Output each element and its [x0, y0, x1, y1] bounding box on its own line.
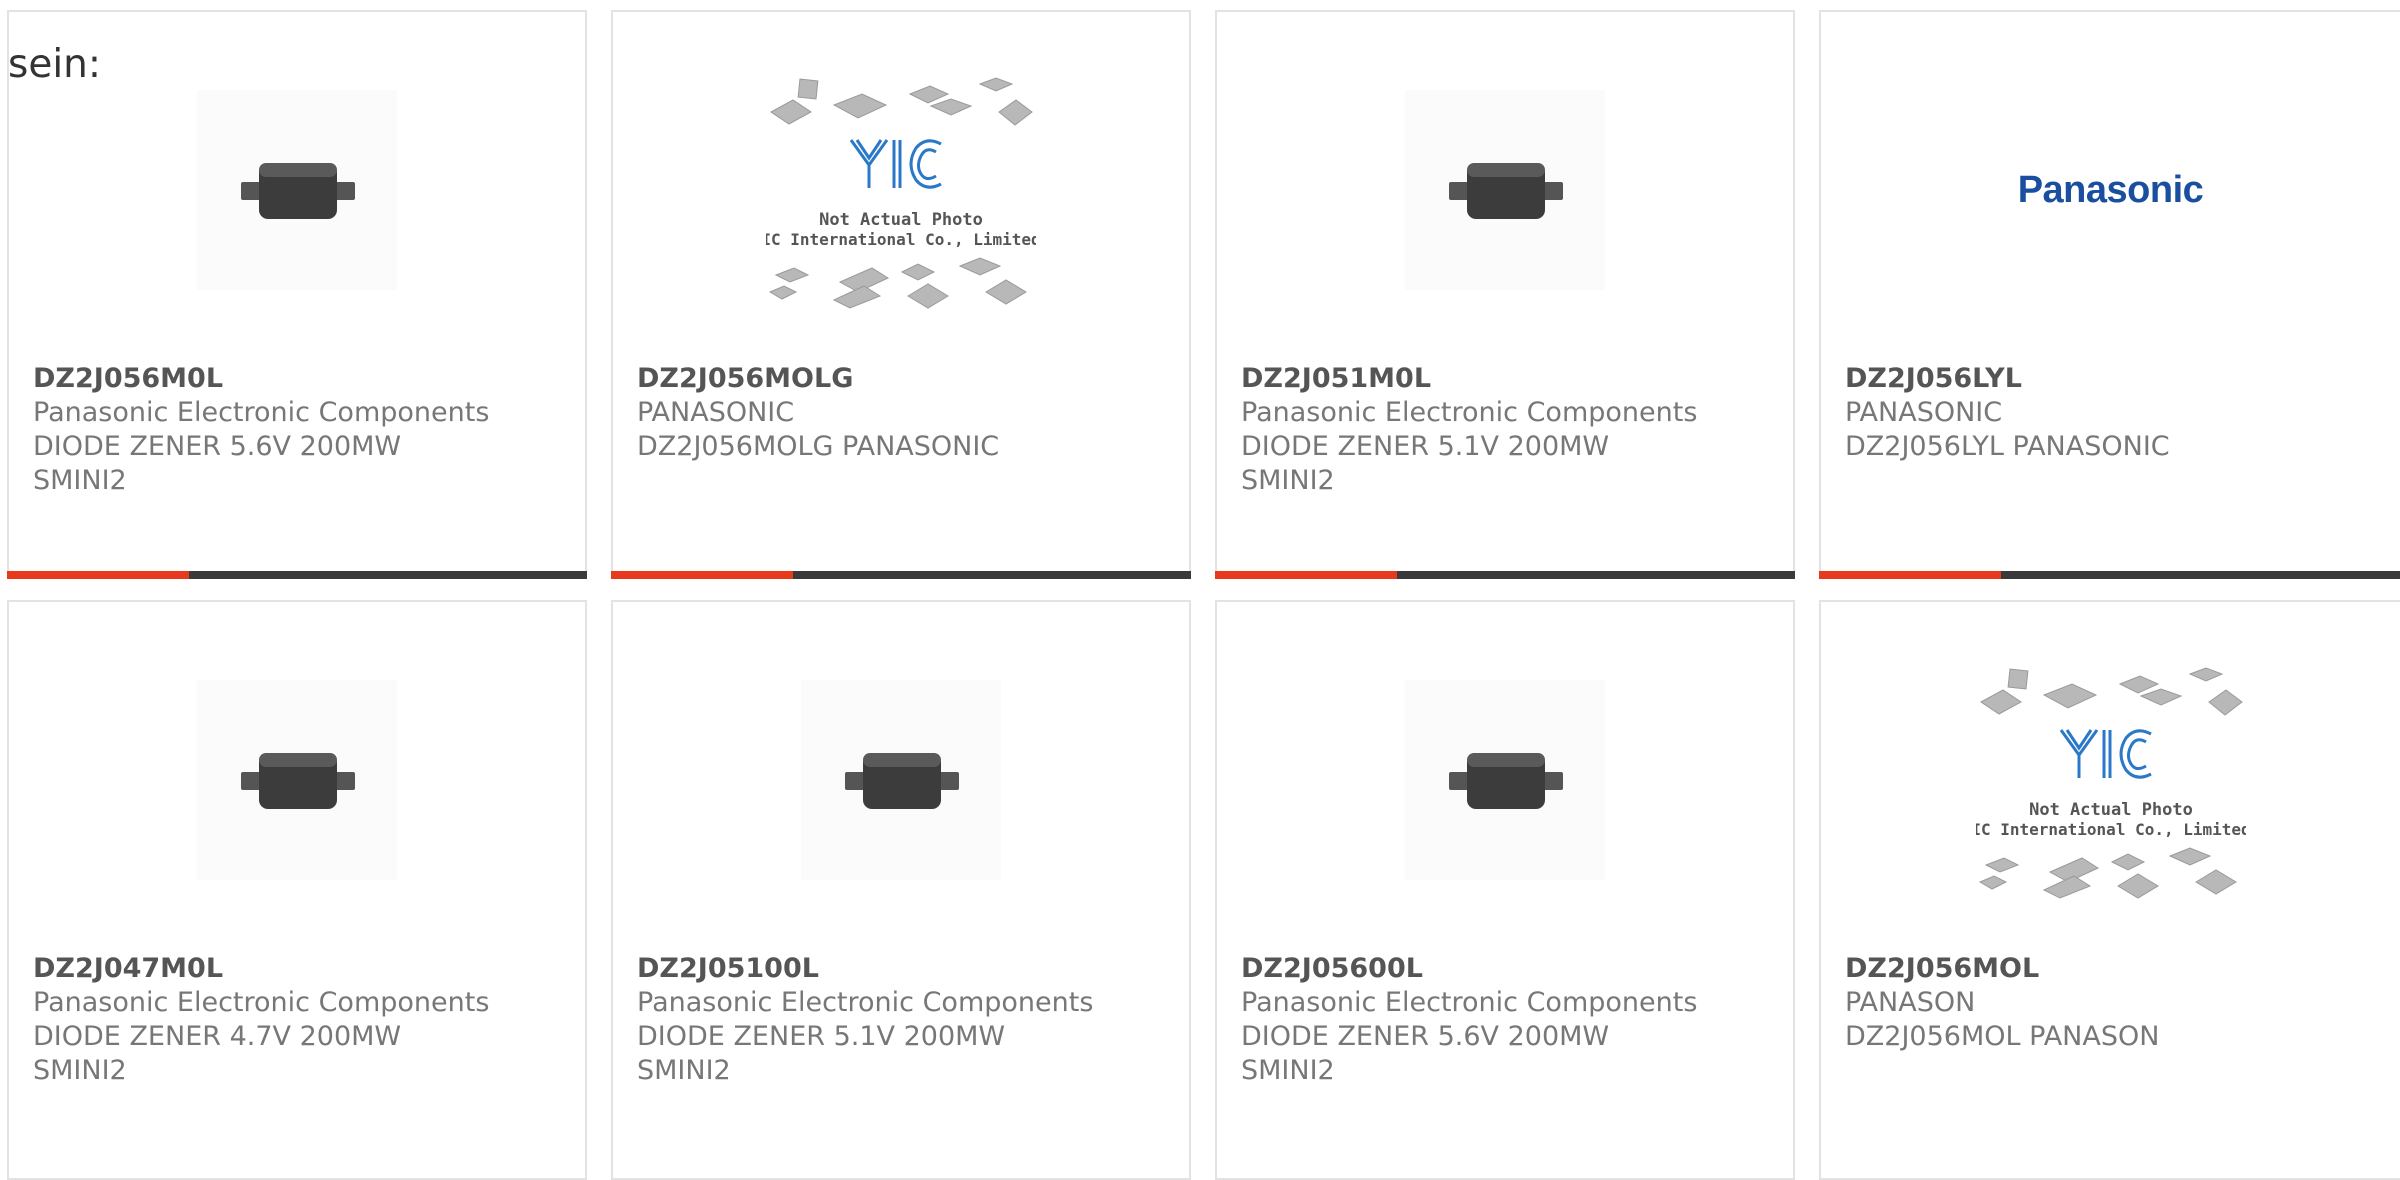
description: DIODE ZENER 5.1V 200MW	[637, 1021, 1006, 1052]
product-image[interactable]	[9, 660, 585, 900]
diode-photo-icon	[801, 680, 1001, 880]
part-number[interactable]: DZ2J047M0L	[33, 952, 573, 986]
package: SMINI2	[637, 1055, 731, 1086]
product-image[interactable]: Not Actual Photo YIC International Co., …	[613, 70, 1189, 310]
card-bottom-bar	[1819, 571, 2400, 579]
part-number[interactable]: DZ2J05600L	[1241, 952, 1781, 986]
product-card[interactable]: DZ2J05600L Panasonic Electronic Componen…	[1215, 600, 1795, 1180]
product-info: DZ2J056M0L Panasonic Electronic Componen…	[33, 362, 573, 498]
product-image[interactable]	[1217, 70, 1793, 310]
panasonic-logo-icon: Panasonic	[2017, 168, 2204, 211]
part-number[interactable]: DZ2J056MOL	[1845, 952, 2388, 986]
product-card[interactable]: DZ2J056M0L Panasonic Electronic Componen…	[7, 10, 587, 579]
product-image[interactable]: Panasonic	[1821, 70, 2400, 310]
product-info: DZ2J056MOLG PANASONIC DZ2J056MOLG PANASO…	[637, 362, 1177, 464]
card-bottom-bar	[611, 571, 1191, 579]
manufacturer: PANASONIC	[1845, 397, 2003, 428]
product-image[interactable]	[1217, 660, 1793, 900]
card-accent	[7, 571, 189, 579]
placeholder-caption: YIC International Co., Limited.	[766, 230, 1036, 249]
description: DZ2J056LYL PANASONIC	[1845, 431, 2170, 462]
part-number[interactable]: DZ2J056MOLG	[637, 362, 1177, 396]
description: DIODE ZENER 4.7V 200MW	[33, 1021, 402, 1052]
product-card[interactable]: DZ2J051M0L Panasonic Electronic Componen…	[1215, 10, 1795, 579]
package: SMINI2	[33, 465, 127, 496]
placeholder-caption: Not Actual Photo	[2029, 800, 2193, 820]
manufacturer: Panasonic Electronic Components	[33, 397, 490, 428]
yic-placeholder-icon: Not Actual Photo YIC International Co., …	[1976, 667, 2246, 899]
description: DZ2J056MOLG PANASONIC	[637, 431, 1000, 462]
description: DIODE ZENER 5.6V 200MW	[33, 431, 402, 462]
card-bottom-bar	[7, 571, 587, 579]
diode-photo-icon	[1405, 90, 1605, 290]
product-card[interactable]: DZ2J05100L Panasonic Electronic Componen…	[611, 600, 1191, 1180]
product-card[interactable]: DZ2J047M0L Panasonic Electronic Componen…	[7, 600, 587, 1180]
placeholder-caption: Not Actual Photo	[819, 210, 983, 230]
page-heading: sein:	[8, 42, 102, 87]
package: SMINI2	[1241, 465, 1335, 496]
description: DIODE ZENER 5.6V 200MW	[1241, 1021, 1610, 1052]
description: DIODE ZENER 5.1V 200MW	[1241, 431, 1610, 462]
product-info: DZ2J05100L Panasonic Electronic Componen…	[637, 952, 1177, 1088]
card-accent	[611, 571, 793, 579]
part-number[interactable]: DZ2J056LYL	[1845, 362, 2388, 396]
product-grid: DZ2J056M0L Panasonic Electronic Componen…	[0, 0, 2400, 1180]
manufacturer: Panasonic Electronic Components	[1241, 397, 1698, 428]
card-accent	[1215, 571, 1397, 579]
placeholder-caption: YIC International Co., Limited.	[1976, 820, 2246, 839]
package: SMINI2	[1241, 1055, 1335, 1086]
package: SMINI2	[33, 1055, 127, 1086]
part-number[interactable]: DZ2J056M0L	[33, 362, 573, 396]
manufacturer: PANASON	[1845, 987, 1976, 1018]
yic-placeholder-icon: Not Actual Photo YIC International Co., …	[766, 77, 1036, 309]
manufacturer: Panasonic Electronic Components	[637, 987, 1094, 1018]
manufacturer: Panasonic Electronic Components	[33, 987, 490, 1018]
product-image[interactable]	[9, 70, 585, 310]
product-info: DZ2J056MOL PANASON DZ2J056MOL PANASON	[1845, 952, 2388, 1054]
product-info: DZ2J047M0L Panasonic Electronic Componen…	[33, 952, 573, 1088]
manufacturer: PANASONIC	[637, 397, 795, 428]
product-image[interactable]	[613, 660, 1189, 900]
product-info: DZ2J056LYL PANASONIC DZ2J056LYL PANASONI…	[1845, 362, 2388, 464]
product-info: DZ2J051M0L Panasonic Electronic Componen…	[1241, 362, 1781, 498]
manufacturer: Panasonic Electronic Components	[1241, 987, 1698, 1018]
diode-photo-icon	[197, 680, 397, 880]
product-info: DZ2J05600L Panasonic Electronic Componen…	[1241, 952, 1781, 1088]
card-accent	[1819, 571, 2001, 579]
part-number[interactable]: DZ2J051M0L	[1241, 362, 1781, 396]
product-card[interactable]: Not Actual Photo YIC International Co., …	[611, 10, 1191, 579]
diode-photo-icon	[197, 90, 397, 290]
diode-photo-icon	[1405, 680, 1605, 880]
product-image[interactable]: Not Actual Photo YIC International Co., …	[1821, 660, 2400, 900]
description: DZ2J056MOL PANASON	[1845, 1021, 2160, 1052]
part-number[interactable]: DZ2J05100L	[637, 952, 1177, 986]
product-card[interactable]: Panasonic DZ2J056LYL PANASONIC DZ2J056LY…	[1819, 10, 2400, 579]
product-card[interactable]: Not Actual Photo YIC International Co., …	[1819, 600, 2400, 1180]
card-bottom-bar	[1215, 571, 1795, 579]
